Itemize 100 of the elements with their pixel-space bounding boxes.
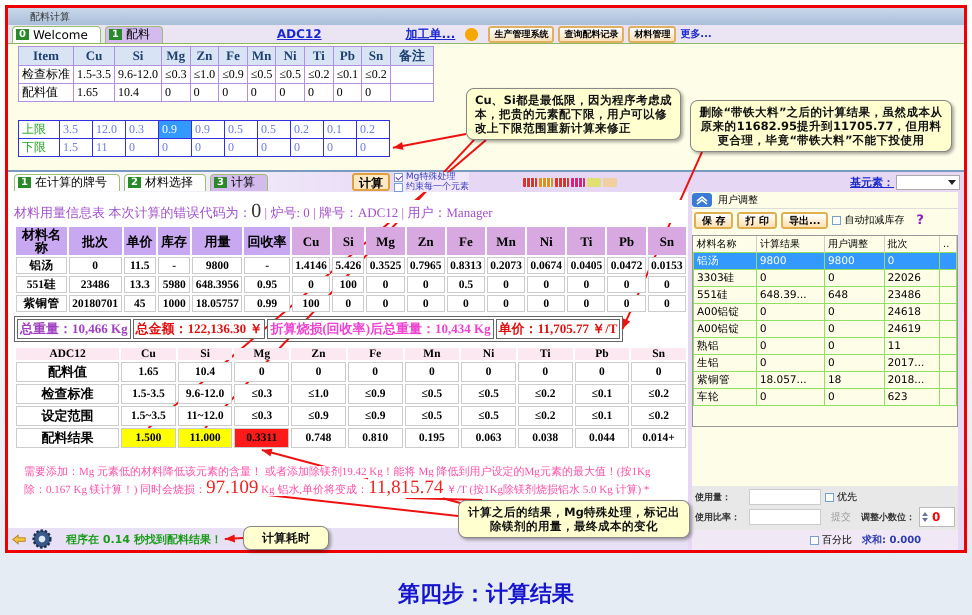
- help-link[interactable]: ?: [916, 212, 924, 228]
- limit-cell[interactable]: 0: [192, 138, 224, 156]
- limit-cell[interactable]: 0: [356, 138, 390, 156]
- toolbar-button[interactable]: 查询配料记录: [558, 26, 624, 42]
- toolbar-button[interactable]: 导出...: [780, 212, 828, 228]
- table-cell: 0: [247, 84, 276, 102]
- limit-cell[interactable]: 0: [258, 138, 290, 156]
- toolbar-button[interactable]: 保 存: [694, 212, 734, 228]
- limit-cell[interactable]: 1.5: [60, 138, 92, 156]
- table-cell: 9.6-12.0: [114, 66, 162, 84]
- table-cell: 0.95: [244, 276, 290, 293]
- table-row[interactable]: 紫铜管 18.057... 18 2018...: [694, 372, 956, 388]
- table-cell: 0.7965: [406, 257, 445, 274]
- tab[interactable]: 3 计算: [210, 174, 268, 190]
- tab[interactable]: 0 Welcome: [12, 26, 101, 42]
- table-cell: 0.0472: [607, 257, 646, 274]
- table-row[interactable]: A00铝锭 0 0 24619: [694, 320, 956, 338]
- spinner-field[interactable]: 0: [919, 507, 955, 527]
- more-link[interactable]: 更多...: [680, 27, 712, 41]
- table-cell: 铝汤: [16, 257, 67, 274]
- dropdown[interactable]: [896, 174, 960, 190]
- message-text: 需要添加：Mg 元素低的材料降低该元素的含量！ 或者添加除镁剂19.42 Kg！能将 Mg 降低到用户设定的Mg元素的最大值！(按1Kg 除：0.167 Kg 镁计算！) 同时会烧损：97.109 Kg 铝水,单价将变成：11,815.74￥/T (按1Kg除镁剂烧损铝水 5.0 Kg 计算) *: [24, 464, 652, 498]
- work-order-link[interactable]: 加工单...: [406, 26, 456, 42]
- table-cell: ≤0.3: [162, 66, 190, 84]
- toolbar-icons-drawing[interactable]: [522, 178, 617, 186]
- limit-cell[interactable]: 0: [126, 138, 158, 156]
- option-checkbox[interactable]: Mg特殊处理: [394, 172, 469, 182]
- table-cell: ≤0.5: [276, 66, 304, 84]
- field-label: 调整小数位：: [861, 511, 915, 524]
- table-cell: 检查标准: [18, 66, 74, 84]
- limit-cell[interactable]: 0.5: [258, 120, 290, 138]
- auto-deduct-checkbox[interactable]: 自动扣减库存: [832, 213, 904, 227]
- table-row[interactable]: 车轮 0 0 623: [694, 388, 956, 406]
- callout-note: 计算之后的结果，Mg特殊处理，标记出除镁剂的用量，最终成本的变化: [458, 500, 690, 538]
- input-field[interactable]: [749, 509, 821, 525]
- table-cell: 0: [574, 362, 630, 382]
- table-cell: 0: [291, 362, 346, 382]
- toolbar-button[interactable]: 打 印: [737, 212, 777, 228]
- collapse-icon[interactable]: [692, 193, 712, 207]
- table-row[interactable]: 熟铝 0 0 11: [694, 338, 956, 354]
- limit-cell[interactable]: 0.3: [126, 120, 158, 138]
- limit-cell[interactable]: 3.5: [60, 120, 92, 138]
- limit-cell[interactable]: 0.2: [356, 120, 390, 138]
- table-cell: 45: [124, 295, 156, 312]
- limit-cell[interactable]: 0: [224, 138, 258, 156]
- tab[interactable]: 1 在计算的牌号: [14, 174, 120, 190]
- table-cell: 0: [486, 295, 526, 312]
- priority-checkbox[interactable]: 优先: [825, 490, 857, 504]
- table-cell: 0: [607, 276, 646, 293]
- calculate-button[interactable]: 计算: [352, 173, 390, 191]
- table-cell: ≤0.5: [461, 384, 516, 404]
- column-header: Mn: [247, 46, 276, 66]
- base-element-link[interactable]: 基元素：: [850, 174, 894, 190]
- percent-checkbox[interactable]: 百分比: [810, 533, 852, 547]
- option-checkbox[interactable]: 约束每一个元素: [394, 182, 469, 192]
- table-cell: 0: [406, 276, 445, 293]
- panel-title: 用户调整: [718, 194, 758, 207]
- table-cell: ≤0.2: [518, 406, 573, 426]
- table-row[interactable]: 生铝 0 0 2017...: [694, 354, 956, 372]
- limit-cell[interactable]: 11: [92, 138, 126, 156]
- table-cell: 0: [648, 295, 686, 312]
- tab[interactable]: 2 材料选择: [124, 174, 206, 190]
- column-header: Fe: [446, 227, 485, 255]
- table-cell: 0: [406, 295, 445, 312]
- toolbar-button[interactable]: 材料管理: [628, 26, 676, 42]
- limit-cell[interactable]: 0.5: [224, 120, 258, 138]
- table-cell: 10.4: [178, 362, 232, 382]
- table-cell: 0: [567, 276, 606, 293]
- input-field[interactable]: [749, 489, 821, 505]
- summary-field: 总金额：122,136.30 ￥: [132, 319, 266, 339]
- limit-cell[interactable]: 0.1: [324, 120, 356, 138]
- table-row[interactable]: A00铝锭 0 0 24618: [694, 304, 956, 320]
- row-label: 设定范围: [16, 406, 120, 426]
- limit-cell[interactable]: 0: [290, 138, 324, 156]
- limit-cell[interactable]: 0.2: [290, 120, 324, 138]
- back-arrow-icon[interactable]: [12, 534, 26, 544]
- limit-cell[interactable]: 0: [158, 138, 192, 156]
- limit-cell[interactable]: 0.9: [192, 120, 224, 138]
- table-cell: 10.4: [114, 84, 162, 102]
- table-cell: 648.3956: [192, 276, 242, 293]
- table-row[interactable]: 551硅 648.39... 648 23486: [694, 286, 956, 304]
- table-row[interactable]: 3303硅 0 0 22026: [694, 270, 956, 286]
- result-cell: 0.748: [291, 428, 346, 448]
- table-cell: ≤0.1: [333, 66, 362, 84]
- table-cell: 5980: [158, 276, 190, 293]
- table-cell: 9.6-12.0: [178, 384, 232, 404]
- grade-link[interactable]: ADC12: [276, 27, 322, 41]
- column-header: Mg: [234, 348, 290, 360]
- table-cell: 0.0153: [648, 257, 686, 274]
- table-cell: 100: [332, 276, 364, 293]
- field-label: 使用量：: [695, 492, 732, 504]
- field-label: 使用比率：: [695, 511, 741, 524]
- limit-cell[interactable]: 0: [324, 138, 356, 156]
- toolbar-button[interactable]: 生产管理系统: [488, 26, 554, 42]
- table-cell: 0: [366, 276, 405, 293]
- tab[interactable]: 1 配料: [104, 26, 163, 42]
- table-cell: 551硅: [16, 276, 67, 293]
- limit-cell[interactable]: 12.0: [92, 120, 126, 138]
- column-header: Zn: [190, 46, 219, 66]
- column-header: Item: [18, 46, 74, 66]
